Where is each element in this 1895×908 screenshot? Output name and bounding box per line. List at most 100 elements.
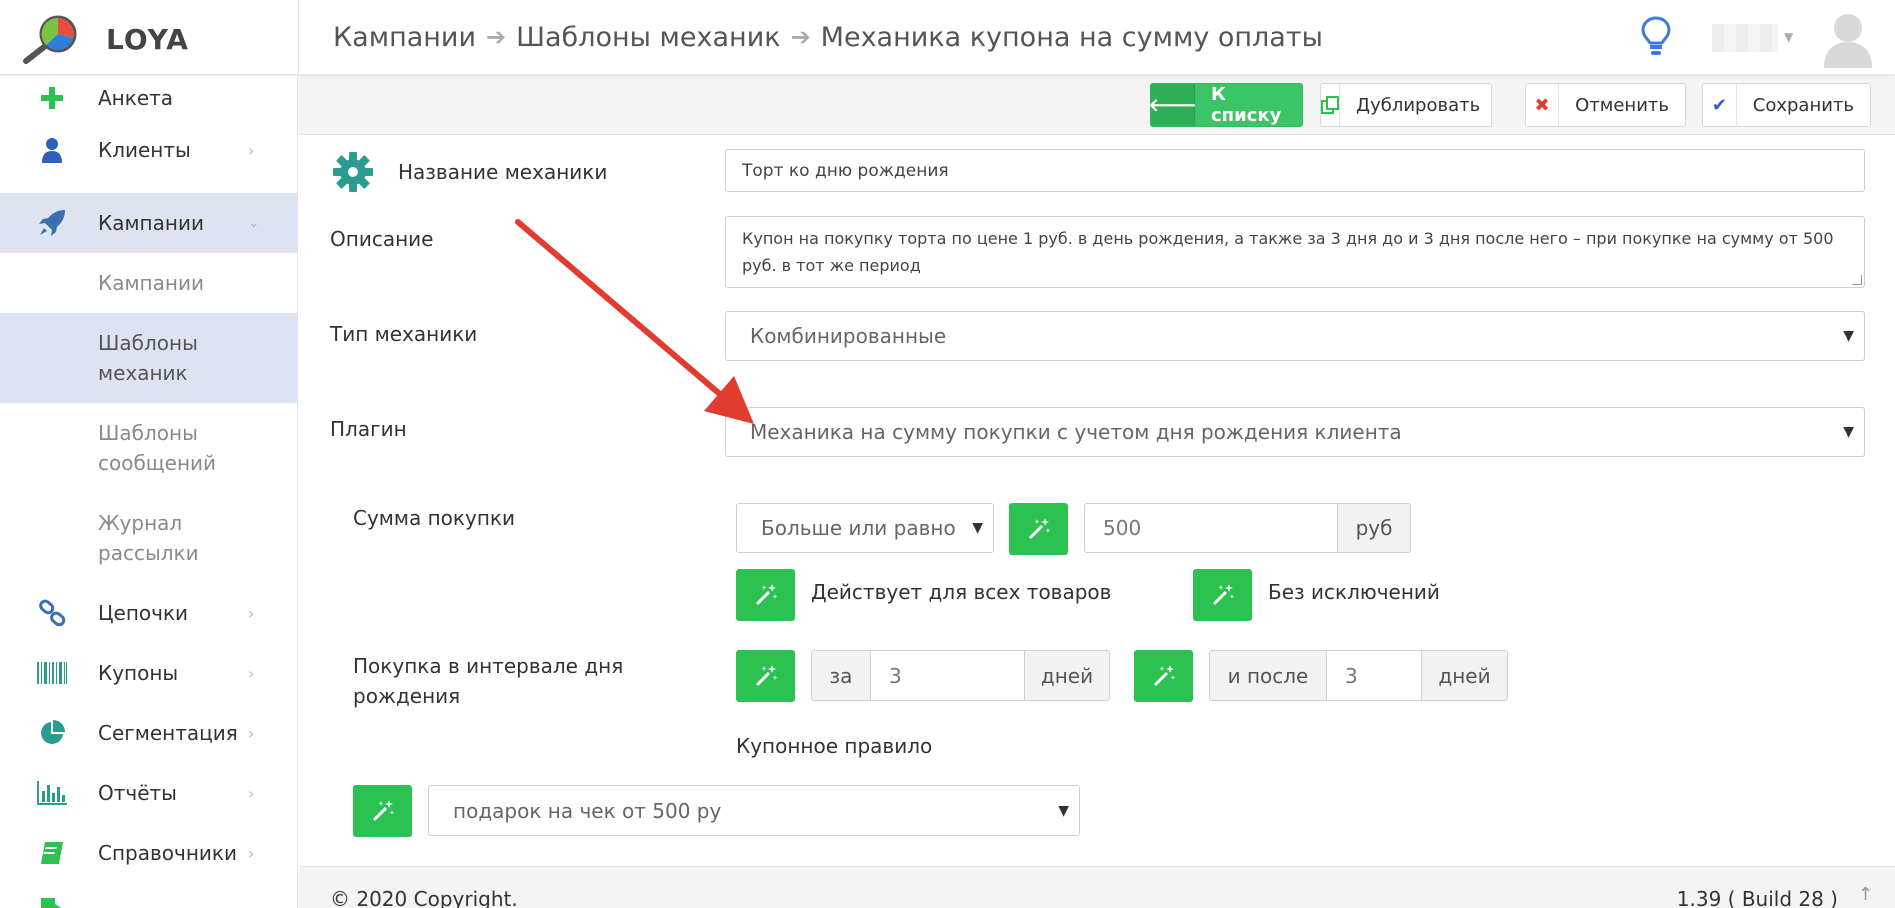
- sidebar-item-label: Цепочки: [98, 601, 189, 625]
- select-value: Больше или равно: [761, 516, 956, 540]
- sidebar-item-reports[interactable]: Отчёты ›: [0, 763, 298, 823]
- logo-magnifier-icon: [23, 15, 77, 64]
- save-button[interactable]: ✔ Сохранить: [1702, 83, 1871, 127]
- sidebar-item-label: Сегментация: [98, 721, 238, 745]
- exit-icon: [36, 893, 68, 908]
- description-label: Описание: [330, 227, 434, 251]
- no-exceptions-label: Без исключений: [1268, 580, 1440, 604]
- days-before-unit-addon: дней: [1024, 650, 1110, 701]
- sidebar: Анкета Клиенты › Кампании ⌄ Кампании Шаб…: [0, 75, 298, 908]
- sidebar-subitem-message-templates[interactable]: Шаблоны сообщений: [0, 403, 298, 493]
- name-input[interactable]: Торт ко дню рождения: [725, 149, 1865, 192]
- breadcrumb-item-campaigns[interactable]: Кампании: [333, 22, 476, 53]
- caret-down-icon[interactable]: ▼: [1784, 30, 1793, 44]
- sidebar-item-questionnaire[interactable]: Анкета: [0, 75, 298, 121]
- gear-icon: [333, 152, 373, 192]
- magic-wand-button-goods[interactable]: [736, 569, 795, 621]
- action-toolbar: 🡐 К списку Дублировать ✖ Отменить ✔ Сохр…: [299, 75, 1895, 135]
- sidebar-item-chains[interactable]: Цепочки ›: [0, 583, 298, 643]
- magic-wand-button-before[interactable]: [736, 650, 795, 702]
- sum-value-input[interactable]: 500: [1084, 503, 1338, 553]
- label-line-1: Шаблоны: [98, 331, 198, 355]
- magic-wand-button-coupon-rule[interactable]: [353, 785, 412, 837]
- select-value: Комбинированные: [750, 324, 947, 348]
- close-icon: ✖: [1526, 84, 1560, 126]
- duplicate-button[interactable]: Дублировать: [1320, 83, 1492, 127]
- chevron-right-icon: ›: [248, 140, 255, 160]
- after-prefix-addon: и после: [1209, 650, 1327, 701]
- arrow-right-icon: ➔: [790, 23, 811, 51]
- avatar[interactable]: [1820, 8, 1876, 68]
- top-bar: LOYA Кампании ➔ Шаблоны механик ➔ Механи…: [0, 0, 1895, 75]
- resize-handle[interactable]: [1852, 275, 1862, 285]
- sidebar-subitem-mailing-log[interactable]: Журнал рассылки: [0, 493, 298, 583]
- magic-wand-icon: [755, 584, 777, 606]
- select-value: подарок на чек от 500 ру: [453, 798, 722, 823]
- magic-wand-icon: [372, 800, 394, 822]
- arrow-right-icon: ➔: [486, 23, 507, 51]
- sidebar-item-label: Анкета: [98, 86, 174, 110]
- days-before-input[interactable]: 3: [870, 650, 1025, 701]
- sidebar-item-references[interactable]: Справочники ›: [0, 823, 298, 883]
- barcode-icon: [36, 657, 68, 689]
- label-line-1: Шаблоны: [98, 421, 198, 445]
- magic-wand-icon: [755, 665, 777, 687]
- mechanic-type-select[interactable]: Комбинированные ▼: [725, 311, 1865, 361]
- chevron-down-icon: ⌄: [248, 215, 260, 231]
- sidebar-item-clients[interactable]: Клиенты ›: [0, 121, 298, 179]
- sidebar-subitem-label: Шаблоны сообщений: [98, 418, 216, 478]
- sidebar-item-label: Отчёты: [98, 781, 177, 805]
- button-label: Отменить: [1575, 94, 1669, 116]
- label-line-2: механик: [98, 361, 188, 385]
- label-line-2: рассылки: [98, 541, 199, 565]
- label-line-2: рождения: [353, 684, 461, 708]
- pie-chart-icon: [36, 717, 68, 749]
- magic-wand-button-after[interactable]: [1134, 650, 1193, 702]
- user-name-blurred[interactable]: [1712, 24, 1778, 52]
- copyright-text: © 2020 Copyright.: [330, 887, 518, 908]
- select-value: Механика на сумму покупки с учетом дня р…: [750, 420, 1402, 444]
- book-icon: [36, 837, 68, 869]
- caret-down-icon: ▼: [1058, 802, 1069, 819]
- birthday-interval-label: Покупка в интервале дня рождения: [353, 651, 623, 711]
- magic-wand-icon: [1212, 584, 1234, 606]
- sidebar-item-segmentation[interactable]: Сегментация ›: [0, 703, 298, 763]
- sidebar-item-coupons[interactable]: Купоны ›: [0, 643, 298, 703]
- scroll-top-icon[interactable]: ↑: [1858, 884, 1873, 905]
- days-after-unit-addon: дней: [1421, 650, 1508, 701]
- link-icon: [36, 597, 68, 629]
- app-name: LOYA: [106, 22, 189, 56]
- cancel-button[interactable]: ✖ Отменить: [1525, 83, 1686, 127]
- sidebar-subitem-mechanic-templates[interactable]: Шаблоны механик: [0, 313, 298, 403]
- back-to-list-button[interactable]: 🡐 К списку: [1148, 83, 1303, 127]
- logo[interactable]: LOYA: [22, 14, 302, 64]
- sidebar-item-label: Купоны: [98, 661, 179, 685]
- sidebar-item-more[interactable]: [0, 885, 298, 908]
- breadcrumb-item-templates[interactable]: Шаблоны механик: [516, 22, 780, 53]
- days-after-input[interactable]: 3: [1326, 650, 1422, 701]
- before-prefix-addon: за: [811, 650, 871, 701]
- footer: © 2020 Copyright. 1.39 ( Build 28 ) ↑: [299, 866, 1895, 908]
- button-label: К списку: [1211, 84, 1282, 126]
- chevron-right-icon: ›: [248, 663, 255, 683]
- lightbulb-icon[interactable]: [1640, 15, 1672, 57]
- caret-down-icon: ▼: [972, 520, 983, 536]
- sidebar-item-label: Кампании: [98, 211, 204, 235]
- magic-wand-button-sum[interactable]: [1009, 503, 1068, 555]
- sum-operator-select[interactable]: Больше или равно ▼: [736, 503, 994, 553]
- magic-wand-button-exceptions[interactable]: [1193, 569, 1252, 621]
- sidebar-item-campaigns[interactable]: Кампании ⌄: [0, 193, 298, 253]
- caret-down-icon: ▼: [1843, 424, 1854, 440]
- description-textarea[interactable]: Купон на покупку торта по цене 1 руб. в …: [725, 216, 1865, 288]
- name-label: Название механики: [398, 160, 608, 184]
- coupon-rule-select[interactable]: подарок на чек от 500 ру ▼: [428, 785, 1080, 836]
- caret-down-icon: ▼: [1843, 328, 1854, 344]
- sidebar-subitem-campaigns[interactable]: Кампании: [0, 253, 298, 313]
- copy-icon: [1321, 84, 1340, 126]
- plugin-select[interactable]: Механика на сумму покупки с учетом дня р…: [725, 407, 1865, 457]
- sidebar-subitem-label: Журнал рассылки: [98, 508, 199, 568]
- plugin-label: Плагин: [330, 417, 407, 441]
- sum-unit-addon: руб: [1337, 503, 1411, 553]
- description-text: Купон на покупку торта по цене 1 руб. в …: [742, 229, 1834, 275]
- sidebar-item-label: Справочники: [98, 841, 237, 865]
